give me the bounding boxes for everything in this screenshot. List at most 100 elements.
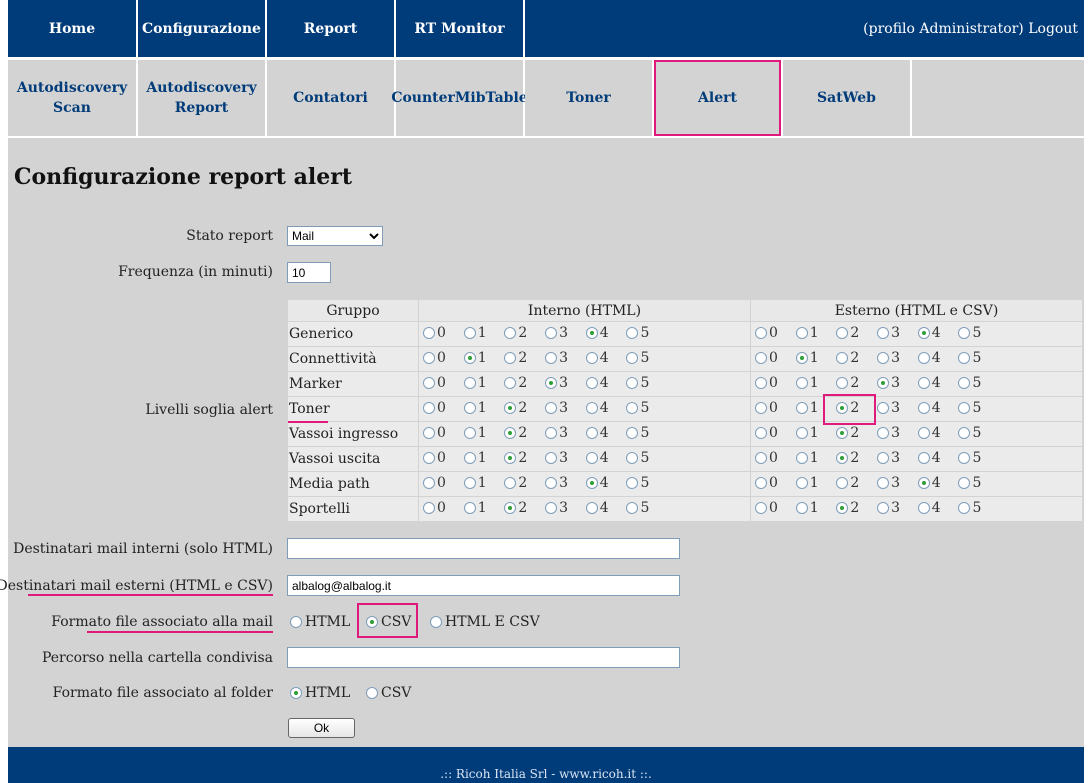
interno-level-radio[interactable]: 4 [585,350,627,366]
esterno-level-radio[interactable]: 3 [877,475,918,491]
esterno-level-radio[interactable]: 4 [917,450,959,466]
interno-level-radio[interactable]: 5 [626,325,667,341]
interno-level-radio[interactable]: 3 [545,375,586,391]
esterno-level-radio[interactable]: 3 [877,425,918,441]
subnav-contatori[interactable]: Contatori [267,60,394,136]
interno-level-radio[interactable]: 2 [504,500,545,516]
subnav-toner[interactable]: Toner [525,60,652,136]
esterno-level-radio[interactable]: 2 [836,350,877,366]
interno-level-radio[interactable]: 0 [423,500,464,516]
interno-level-radio[interactable]: 0 [423,375,464,391]
esterno-level-radio[interactable]: 3 [877,325,918,341]
esterno-level-radio[interactable]: 4 [917,425,959,441]
frequenza-input[interactable] [287,262,331,283]
interno-level-radio[interactable]: 3 [545,475,586,491]
esterno-level-radio[interactable]: 2 [836,375,877,391]
interno-level-radio[interactable]: 5 [626,450,667,466]
interno-level-radio[interactable]: 3 [545,450,586,466]
esterno-level-radio[interactable]: 1 [795,375,837,391]
esterno-level-radio[interactable]: 1 [795,325,837,341]
esterno-level-radio[interactable]: 5 [958,325,999,341]
interno-level-radio[interactable]: 3 [545,400,586,416]
interno-level-radio[interactable]: 4 [585,500,627,516]
interno-level-radio[interactable]: 0 [423,350,464,366]
interno-level-radio[interactable]: 4 [585,400,627,416]
esterno-level-radio[interactable]: 0 [755,425,796,441]
interno-level-radio[interactable]: 5 [626,500,667,516]
esterno-level-radio[interactable]: 5 [958,400,999,416]
interno-level-radio[interactable]: 5 [626,350,667,366]
interno-level-radio[interactable]: 5 [626,475,667,491]
interno-level-radio[interactable]: 2 [504,375,545,391]
esterno-level-radio[interactable]: 2 [836,425,877,441]
esterno-level-radio[interactable]: 3 [877,375,918,391]
interno-level-radio[interactable]: 1 [463,350,505,366]
subnav-alert[interactable]: Alert [654,60,781,136]
dest-esterni-input[interactable] [287,575,680,596]
logout-link[interactable]: Logout [1028,21,1078,37]
interno-level-radio[interactable]: 0 [423,425,464,441]
esterno-level-radio[interactable]: 1 [795,350,837,366]
interno-level-radio[interactable]: 2 [504,400,545,416]
interno-level-radio[interactable]: 3 [545,500,586,516]
esterno-level-radio[interactable]: 2 [836,450,877,466]
stato-report-select[interactable]: Mail [287,226,383,246]
interno-level-radio[interactable]: 0 [423,400,464,416]
esterno-level-radio[interactable]: 4 [917,475,959,491]
subnav-autodiscovery-scan[interactable]: Autodiscovery Scan [8,60,136,136]
esterno-level-radio[interactable]: 5 [958,425,999,441]
esterno-level-radio[interactable]: 0 [755,475,796,491]
subnav-autodiscovery-report[interactable]: Autodiscovery Report [138,60,265,136]
esterno-level-radio[interactable]: 4 [917,325,959,341]
interno-level-radio[interactable]: 2 [504,475,545,491]
esterno-level-radio[interactable]: 4 [917,375,959,391]
nav-rt-monitor[interactable]: RT Monitor [396,0,523,57]
esterno-level-radio[interactable]: 4 [917,350,959,366]
esterno-level-radio[interactable]: 0 [755,375,796,391]
interno-level-radio[interactable]: 3 [545,325,586,341]
esterno-level-radio[interactable]: 3 [877,350,918,366]
interno-level-radio[interactable]: 1 [463,425,505,441]
esterno-level-radio[interactable]: 5 [958,500,999,516]
esterno-level-radio[interactable]: 1 [795,425,837,441]
interno-level-radio[interactable]: 5 [626,400,667,416]
interno-level-radio[interactable]: 4 [585,425,627,441]
percorso-input[interactable] [287,647,680,668]
interno-level-radio[interactable]: 1 [463,475,505,491]
interno-level-radio[interactable]: 2 [504,350,545,366]
esterno-level-radio[interactable]: 2 [836,325,877,341]
nav-home[interactable]: Home [8,0,136,57]
esterno-level-radio[interactable]: 0 [755,400,796,416]
interno-level-radio[interactable]: 2 [504,425,545,441]
interno-level-radio[interactable]: 4 [585,475,627,491]
esterno-level-radio[interactable]: 2 [836,500,877,516]
interno-level-radio[interactable]: 1 [463,400,505,416]
dest-interni-input[interactable] [287,538,680,559]
nav-report[interactable]: Report [267,0,394,57]
esterno-level-radio[interactable]: 1 [795,475,837,491]
esterno-level-radio[interactable]: 5 [958,475,999,491]
subnav-satweb[interactable]: SatWeb [783,60,910,136]
esterno-level-radio[interactable]: 2 [836,475,877,491]
interno-level-radio[interactable]: 4 [585,325,627,341]
formato-mail-html-radio[interactable]: HTML [290,614,350,630]
esterno-level-radio[interactable]: 0 [755,450,796,466]
esterno-level-radio[interactable]: 1 [795,450,837,466]
esterno-level-radio[interactable]: 4 [917,400,959,416]
esterno-level-radio[interactable]: 5 [958,375,999,391]
interno-level-radio[interactable]: 1 [463,500,505,516]
esterno-level-radio[interactable]: 3 [877,450,918,466]
interno-level-radio[interactable]: 4 [585,450,627,466]
esterno-level-radio[interactable]: 0 [755,500,796,516]
interno-level-radio[interactable]: 1 [463,375,505,391]
esterno-level-radio[interactable]: 3 [877,500,918,516]
subnav-countermibtable[interactable]: CounterMibTable [391,60,528,136]
interno-level-radio[interactable]: 5 [626,425,667,441]
formato-folder-html-radio[interactable]: HTML [290,685,350,701]
esterno-level-radio[interactable]: 5 [958,450,999,466]
interno-level-radio[interactable]: 0 [423,325,464,341]
ok-button[interactable]: Ok [288,718,355,738]
esterno-level-radio[interactable]: 0 [755,325,796,341]
interno-level-radio[interactable]: 0 [423,475,464,491]
interno-level-radio[interactable]: 1 [463,325,505,341]
